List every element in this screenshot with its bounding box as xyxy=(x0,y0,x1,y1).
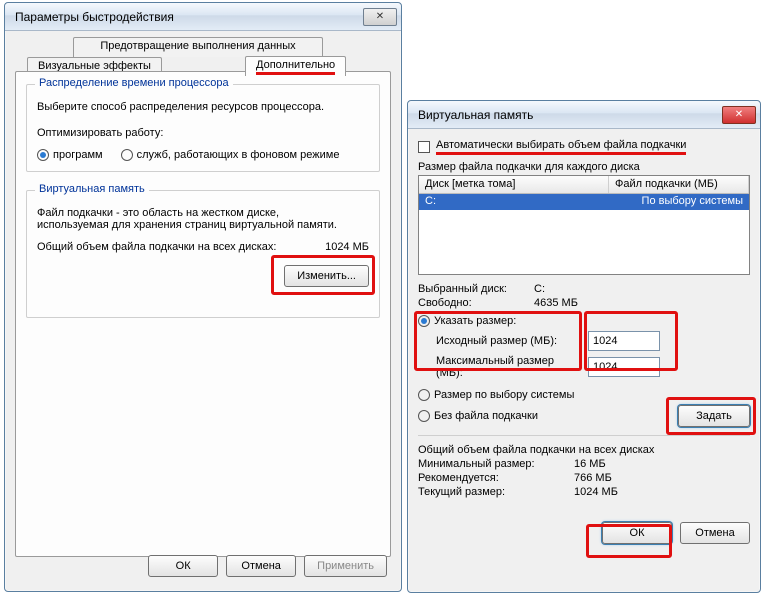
vm-window: Виртуальная память ✕ Автоматически выбир… xyxy=(407,100,761,593)
init-label: Исходный размер (МБ): xyxy=(418,335,582,347)
max-size-input[interactable] xyxy=(588,357,660,377)
cpu-legend: Распределение времени процессора xyxy=(35,77,233,89)
sel-disk-label: Выбранный диск: xyxy=(418,283,528,295)
radio-custom[interactable] xyxy=(418,315,430,327)
cancel-button[interactable]: Отмена xyxy=(226,555,296,577)
vm-groupbox: Виртуальная память Файл подкачки - это о… xyxy=(26,190,380,318)
vm-ok-label: ОК xyxy=(630,527,645,539)
cpu-groupbox: Распределение времени процессора Выберит… xyxy=(26,84,380,172)
vm-cancel-button[interactable]: Отмена xyxy=(680,522,750,544)
radio-services[interactable] xyxy=(121,149,133,161)
vm-desc1: Файл подкачки - это область на жестком д… xyxy=(37,207,369,219)
radio-programs-label: программ xyxy=(53,149,103,161)
tab-dep[interactable]: Предотвращение выполнения данных xyxy=(73,37,323,57)
ok-label: ОК xyxy=(176,560,191,572)
rec-value: 766 МБ xyxy=(574,472,612,484)
free-value: 4635 МБ xyxy=(534,297,578,309)
col-disk: Диск [метка тома] xyxy=(419,176,609,193)
radio-programs[interactable] xyxy=(37,149,49,161)
rec-label: Рекомендуется: xyxy=(418,472,568,484)
vm-desc2: используемая для хранения страниц виртуа… xyxy=(37,219,369,231)
tab-panel-advanced: Распределение времени процессора Выберит… xyxy=(15,71,391,557)
list-row-c[interactable]: C: По выбору системы xyxy=(419,194,749,210)
cur-value: 1024 МБ xyxy=(574,486,618,498)
cancel-label: Отмена xyxy=(241,560,280,572)
change-button-label: Изменить... xyxy=(297,270,356,282)
apply-button[interactable]: Применить xyxy=(304,555,387,577)
vm-titlebar[interactable]: Виртуальная память ✕ xyxy=(408,101,760,129)
vm-total-label: Общий объем файла подкачки на всех диска… xyxy=(37,241,325,253)
radio-services-label: служб, работающих в фоновом режиме xyxy=(137,149,340,161)
sel-disk-value: C: xyxy=(534,283,545,295)
set-button-label: Задать xyxy=(696,410,732,422)
row-drive: C: xyxy=(419,194,609,210)
apply-label: Применить xyxy=(317,560,374,572)
size-each-label: Размер файла подкачки для каждого диска xyxy=(418,161,750,173)
list-header: Диск [метка тома] Файл подкачки (МБ) xyxy=(419,176,749,194)
close-icon[interactable]: ✕ xyxy=(722,106,756,124)
min-value: 16 МБ xyxy=(574,458,606,470)
disk-list[interactable]: Диск [метка тома] Файл подкачки (МБ) C: … xyxy=(418,175,750,275)
tab-advanced[interactable]: Дополнительно xyxy=(245,56,346,76)
radio-custom-label: Указать размер: xyxy=(434,315,516,327)
max-label: Максимальный размер (МБ): xyxy=(418,355,582,379)
change-button[interactable]: Изменить... xyxy=(284,265,369,287)
vm-total-value: 1024 МБ xyxy=(325,241,369,253)
perf-title: Параметры быстродействия xyxy=(15,10,363,24)
separator xyxy=(418,435,750,436)
tab-advanced-label: Дополнительно xyxy=(256,59,335,75)
auto-checkbox-label: Автоматически выбирать объем файла подка… xyxy=(436,139,686,155)
vm-title: Виртуальная память xyxy=(418,108,722,122)
radio-none[interactable] xyxy=(418,410,430,422)
tab-dep-label: Предотвращение выполнения данных xyxy=(100,40,295,52)
ok-button[interactable]: ОК xyxy=(148,555,218,577)
radio-none-label: Без файла подкачки xyxy=(434,410,538,422)
perf-titlebar[interactable]: Параметры быстродействия ✕ xyxy=(5,3,401,31)
vm-legend: Виртуальная память xyxy=(35,183,149,195)
col-file: Файл подкачки (МБ) xyxy=(609,176,749,193)
auto-checkbox[interactable] xyxy=(418,141,430,153)
cur-label: Текущий размер: xyxy=(418,486,568,498)
vm-ok-button[interactable]: ОК xyxy=(602,522,672,544)
set-button[interactable]: Задать xyxy=(678,405,750,427)
min-label: Минимальный размер: xyxy=(418,458,568,470)
cpu-desc: Выберите способ распределения ресурсов п… xyxy=(37,101,369,113)
initial-size-input[interactable] xyxy=(588,331,660,351)
cpu-optimize: Оптимизировать работу: xyxy=(37,127,369,139)
close-icon[interactable]: ✕ xyxy=(363,8,397,26)
vm-cancel-label: Отмена xyxy=(695,527,734,539)
free-label: Свободно: xyxy=(418,297,528,309)
total-header: Общий объем файла подкачки на всех диска… xyxy=(418,444,750,456)
radio-system-label: Размер по выбору системы xyxy=(434,389,574,401)
perf-buttons: ОК Отмена Применить xyxy=(148,549,397,587)
row-val: По выбору системы xyxy=(609,194,749,210)
perf-window: Параметры быстродействия ✕ Предотвращени… xyxy=(4,2,402,592)
radio-system[interactable] xyxy=(418,389,430,401)
